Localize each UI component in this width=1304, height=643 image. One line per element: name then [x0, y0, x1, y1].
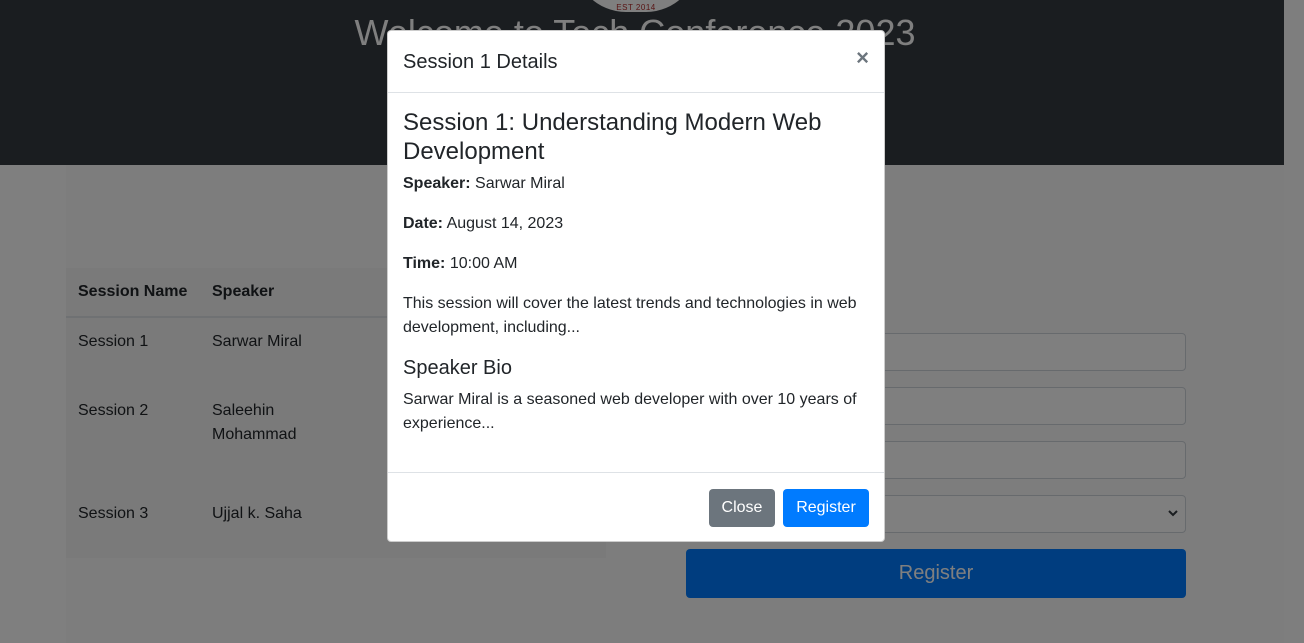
speaker-value: Sarwar Miral — [475, 175, 565, 192]
date-label: Date: — [403, 215, 444, 232]
session-title: Session 1: Understanding Modern Web Deve… — [403, 109, 822, 165]
speaker-bio-heading: Speaker Bio — [403, 357, 512, 379]
date-line: Date: August 14, 2023 — [403, 212, 869, 236]
modal-title: Session 1 Details — [403, 51, 558, 73]
speaker-line: Speaker: Sarwar Miral — [403, 172, 869, 196]
speaker-label: Speaker: — [403, 175, 471, 192]
register-button[interactable]: Register — [783, 489, 869, 527]
time-value: 10:00 AM — [449, 255, 518, 272]
time-label: Time: — [403, 255, 446, 272]
session-description: This session will cover the latest trend… — [403, 295, 857, 336]
close-icon[interactable]: × — [856, 45, 869, 71]
session-details-modal: Session 1 Details × Session 1: Understan… — [387, 30, 885, 542]
modal-footer: Close Register — [388, 472, 884, 541]
time-line: Time: 10:00 AM — [403, 252, 869, 276]
close-button[interactable]: Close — [709, 489, 775, 527]
modal-header: Session 1 Details × — [388, 31, 884, 93]
modal-body: Session 1: Understanding Modern Web Deve… — [403, 108, 869, 436]
date-value: August 14, 2023 — [446, 215, 564, 232]
speaker-bio-text: Sarwar Miral is a seasoned web developer… — [403, 391, 857, 432]
